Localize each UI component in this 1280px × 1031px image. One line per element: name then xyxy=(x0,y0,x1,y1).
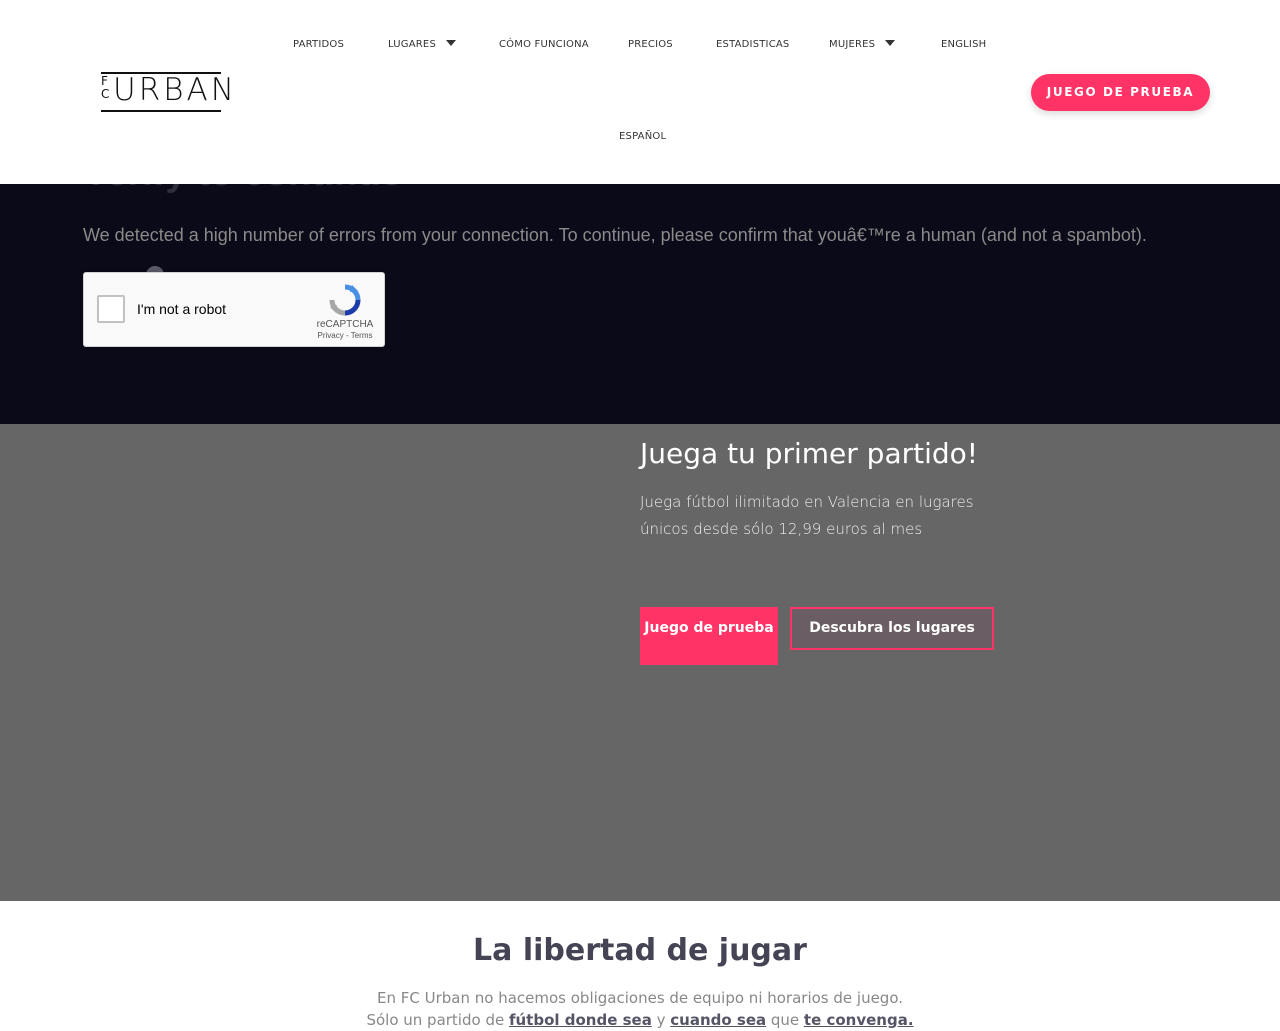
freedom-line-2: Sólo un partido de fútbol donde sea y cu… xyxy=(0,1009,1280,1031)
nav-mujeres[interactable]: MUJERES xyxy=(829,39,896,51)
hero-title: Juega tu primer partido! xyxy=(640,437,978,470)
freedom-title: La libertad de jugar xyxy=(473,933,807,968)
freedom-highlight-when: cuando sea xyxy=(670,1011,767,1029)
freedom-highlight-convenient: te convenga. xyxy=(803,1011,914,1029)
freedom-highlight-where: fútbol donde sea xyxy=(508,1011,652,1029)
freedom-text-part: que xyxy=(766,1011,804,1029)
logo-wordmark: URBAN xyxy=(113,72,237,108)
nav-precios[interactable]: PRECIOS xyxy=(628,39,673,51)
nav-lugares-label: LUGARES xyxy=(388,39,436,50)
site-header: F C URBAN PARTIDOS LUGARES CÓMO FUNCIONA… xyxy=(0,0,1280,184)
nav-mujeres-label: MUJERES xyxy=(829,39,876,50)
logo-bottom-rule xyxy=(101,110,221,112)
recaptcha-label: I'm not a robot xyxy=(137,301,227,317)
discover-places-button[interactable]: Descubra los lugares xyxy=(790,607,994,650)
freedom-line-1: En FC Urban no hacemos obligaciones de e… xyxy=(376,989,904,1007)
nav-espanol[interactable]: ESPAÑOL xyxy=(619,131,666,143)
recaptcha-privacy-link[interactable]: Privacy xyxy=(318,331,344,340)
verify-section: Verify to continue We detected a high nu… xyxy=(0,184,1280,424)
recaptcha-terms-link[interactable]: Terms xyxy=(351,331,373,340)
recaptcha-brand: reCAPTCHA xyxy=(316,319,374,330)
hero-description: Juega fútbol ilimitado en Valencia en lu… xyxy=(640,493,974,538)
recaptcha-links: Privacy - Terms xyxy=(306,331,384,340)
logo-fc-mark: F C xyxy=(101,75,111,101)
nav-english[interactable]: ENGLISH xyxy=(941,39,986,51)
recaptcha-checkbox[interactable] xyxy=(97,295,125,323)
verify-message: We detected a high number of errors from… xyxy=(83,225,1147,245)
recaptcha-widget: I'm not a robot reCAPTCHA Privacy - Term… xyxy=(83,272,385,347)
nav-partidos[interactable]: PARTIDOS xyxy=(293,39,344,51)
recaptcha-links-separator: - xyxy=(343,331,351,340)
chevron-down-icon xyxy=(446,40,456,46)
fc-urban-logo[interactable]: F C URBAN xyxy=(101,72,234,112)
chevron-down-icon xyxy=(885,40,896,46)
nav-estadisticas[interactable]: ESTADISTICAS xyxy=(716,39,789,51)
logo-fc-bottom: C xyxy=(101,87,110,101)
trial-game-button[interactable]: JUEGO DE PRUEBA xyxy=(1031,74,1210,111)
hero-section: Juega tu primer partido! Juega fútbol il… xyxy=(0,424,1280,901)
nav-lugares[interactable]: LUGARES xyxy=(388,39,456,51)
freedom-text-part: Sólo un partido de xyxy=(366,1011,509,1029)
hero-trial-button[interactable]: Juego de prueba xyxy=(640,607,778,665)
freedom-text: En FC Urban no hacemos obligaciones de e… xyxy=(0,987,1280,1031)
nav-como-funciona[interactable]: CÓMO FUNCIONA xyxy=(499,39,589,51)
recaptcha-logo-icon xyxy=(329,284,361,316)
verify-title: Verify to continue xyxy=(83,184,402,195)
freedom-text-part: y xyxy=(651,1011,671,1029)
